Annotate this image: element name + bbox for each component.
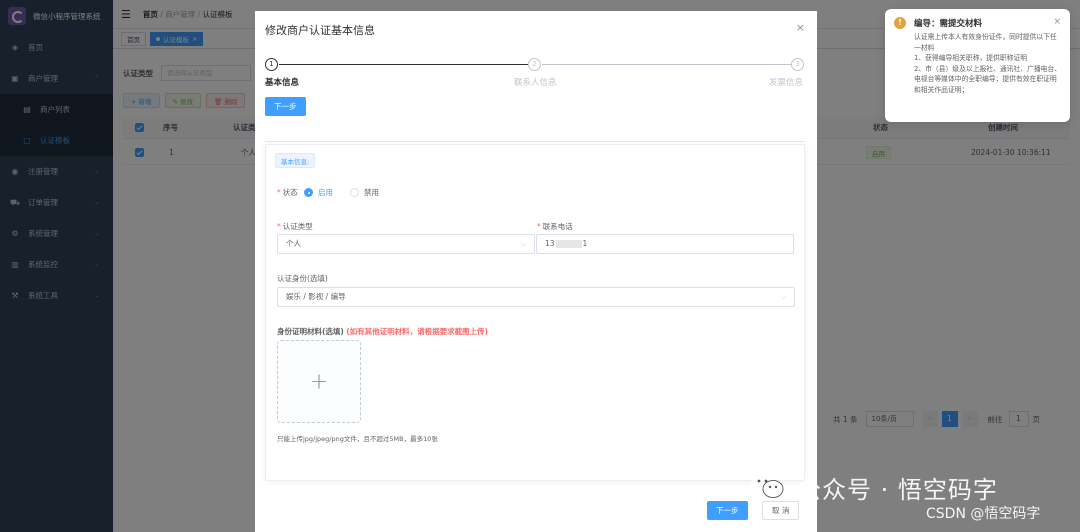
chevron-down-icon: ⌵ bbox=[520, 240, 526, 248]
step-3-icon: 3 bbox=[791, 58, 804, 71]
notification-title: 编导：需提交材料 bbox=[914, 19, 983, 29]
step-1-icon: 1 bbox=[265, 58, 278, 71]
wechat-logo-icon bbox=[751, 473, 784, 498]
basic-info-card: 基本信息: * 状态 启用 禁用 * 认证类型 个人 ⌵ * 联系电话 13 1 认证身… bbox=[265, 144, 805, 481]
chevron-down-icon: ⌵ bbox=[780, 293, 786, 301]
next-step-button-top[interactable]: 下一步 bbox=[265, 97, 306, 116]
cancel-button[interactable]: 取 消 bbox=[762, 501, 800, 520]
radio-checked-icon bbox=[304, 188, 313, 197]
watermark-wechat: 公众号 · 悟空码字 bbox=[797, 476, 998, 504]
step-connector bbox=[279, 64, 528, 65]
step-2-icon: 2 bbox=[528, 58, 541, 71]
warning-icon: ! bbox=[894, 17, 906, 29]
identity-cascader[interactable]: 娱乐 / 影视 / 编导 ⌵ bbox=[277, 287, 795, 307]
phone-input[interactable]: 13 1 bbox=[536, 234, 794, 254]
cert-type-select[interactable]: 个人 ⌵ bbox=[277, 234, 535, 254]
cert-type-label: * 认证类型 bbox=[277, 222, 313, 231]
upload-hint: 只能上传jpg/jpeg/png文件，且不超过5MB，最多10张 bbox=[277, 435, 438, 443]
steps: 1 2 3 基本信息 联系人信息 发票信息 bbox=[265, 58, 805, 94]
upload-area[interactable]: + bbox=[277, 340, 361, 423]
redacted-digits bbox=[555, 240, 582, 248]
next-step-button[interactable]: 下一步 bbox=[707, 501, 748, 520]
status-label: * 状态 bbox=[277, 188, 298, 197]
step-2-title: 联系人信息 bbox=[514, 78, 557, 88]
step-connector bbox=[542, 64, 791, 65]
divider bbox=[265, 141, 805, 142]
close-icon[interactable]: × bbox=[796, 21, 805, 34]
edit-cert-dialog: 修改商户认证基本信息 × 1 2 3 基本信息 联系人信息 发票信息 下一步 基… bbox=[255, 11, 817, 532]
plus-icon: + bbox=[309, 369, 329, 394]
dialog-title: 修改商户认证基本信息 bbox=[265, 24, 375, 37]
status-radio-enabled[interactable]: 启用 bbox=[304, 187, 333, 198]
radio-unchecked-icon bbox=[350, 188, 359, 197]
section-tag: 基本信息: bbox=[275, 153, 316, 168]
notification: ! 编导：需提交材料 × 认证需上传本人有效身份证件，同时提供以下任一材料 1、… bbox=[885, 9, 1070, 122]
phone-label: * 联系电话 bbox=[537, 222, 573, 231]
material-label: 身份证明材料(选填) (如有其他证明材料，请根据要求截图上传) bbox=[277, 327, 489, 336]
close-icon[interactable]: × bbox=[1053, 17, 1061, 27]
identity-label: 认证身份(选填) bbox=[277, 274, 328, 283]
watermark-csdn: CSDN @悟空码字 bbox=[926, 506, 1041, 522]
status-radio-disabled[interactable]: 禁用 bbox=[350, 187, 379, 198]
step-3-title: 发票信息 bbox=[769, 78, 804, 88]
notification-body: 认证需上传本人有效身份证件，同时提供以下任一材料 1、获得编导相关职称，提供职称… bbox=[914, 33, 1062, 94]
step-1-title: 基本信息 bbox=[265, 78, 300, 88]
